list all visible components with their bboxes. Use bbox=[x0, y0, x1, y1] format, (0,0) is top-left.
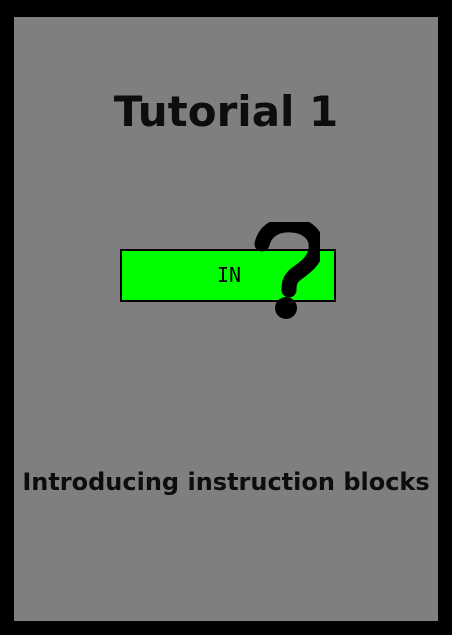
tutorial-subtitle: Introducing instruction blocks bbox=[22, 468, 430, 496]
tutorial-title: Tutorial 1 bbox=[113, 87, 339, 136]
instruction-block-label: IN bbox=[217, 263, 242, 287]
question-mark-icon bbox=[254, 222, 320, 319]
